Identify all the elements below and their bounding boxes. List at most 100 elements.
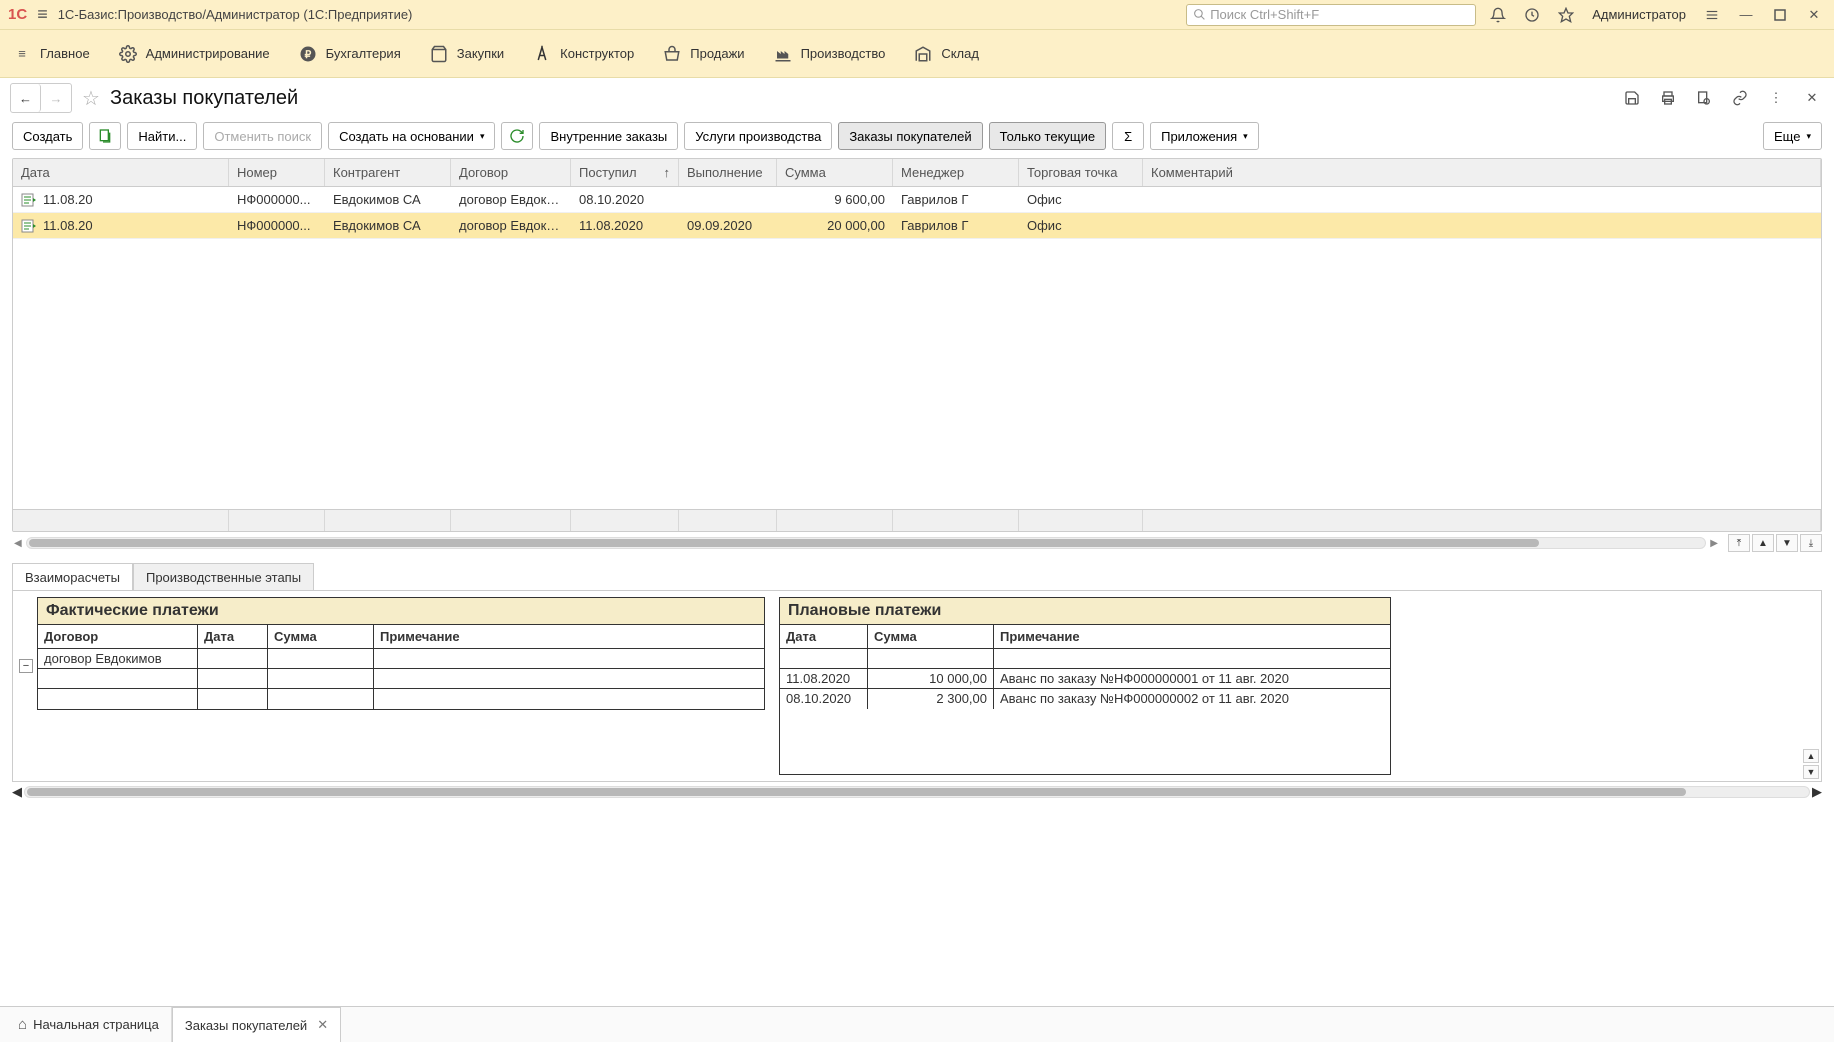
scroll-down-button[interactable]: ▼ (1776, 534, 1798, 552)
table-row[interactable]: 11.08.2020 10 000,00 Аванс по заказу №НФ… (780, 669, 1390, 689)
favorite-star-icon[interactable]: ☆ (78, 85, 104, 111)
attachments-button[interactable]: Приложения▾ (1150, 122, 1259, 150)
more-button[interactable]: Еще▾ (1763, 122, 1822, 150)
chevron-down-icon: ▾ (1806, 131, 1811, 142)
collapse-toggle[interactable]: − (19, 659, 33, 673)
user-label[interactable]: Администратор (1588, 7, 1690, 22)
col-point[interactable]: Торговая точка (1019, 159, 1143, 186)
menu-constructor-label: Конструктор (560, 46, 634, 61)
menu-production[interactable]: Производство (773, 44, 886, 64)
search-icon (1193, 8, 1206, 21)
detail-tabs: Взаиморасчеты Производственные этапы (12, 562, 1822, 590)
col-note[interactable]: Примечание (374, 625, 764, 648)
table-row[interactable]: 11.08.20 НФ000000... Евдокимов СА догово… (13, 213, 1821, 239)
scroll-bottom-button[interactable]: ⤓ (1800, 534, 1822, 552)
bottom-tab-home[interactable]: ⌂Начальная страница (6, 1007, 172, 1042)
current-only-button[interactable]: Только текущие (989, 122, 1106, 150)
bell-icon[interactable] (1486, 3, 1510, 27)
history-icon[interactable] (1520, 3, 1544, 27)
scroll-left-icon[interactable]: ◀ (12, 538, 24, 549)
col-received[interactable]: Поступил↑ (571, 159, 679, 186)
col-note[interactable]: Примечание (994, 625, 1390, 648)
col-sum[interactable]: Сумма (268, 625, 374, 648)
col-sum[interactable]: Сумма (868, 625, 994, 648)
col-number[interactable]: Номер (229, 159, 325, 186)
sum-button[interactable]: Σ (1112, 122, 1144, 150)
find-button[interactable]: Найти... (127, 122, 197, 150)
menu-main[interactable]: ≡Главное (12, 44, 90, 64)
more-vert-icon[interactable]: ⋮ (1764, 86, 1788, 110)
app-logo: 1C (8, 6, 27, 23)
create-based-button[interactable]: Создать на основании▾ (328, 122, 495, 150)
star-icon[interactable] (1554, 3, 1578, 27)
production-services-button[interactable]: Услуги производства (684, 122, 832, 150)
col-date[interactable]: Дата (198, 625, 268, 648)
copy-button[interactable] (89, 122, 121, 150)
scroll-up-icon[interactable]: ▲ (1803, 749, 1819, 763)
col-comment[interactable]: Комментарий (1143, 159, 1821, 186)
h-scrollbar[interactable]: ◀ ▶ ⤒ ▲ ▼ ⤓ (12, 534, 1822, 552)
close-tab-icon[interactable]: ✕ (317, 1017, 328, 1033)
bottom-tabs: ⌂Начальная страница Заказы покупателей✕ (0, 1006, 1834, 1042)
menu-warehouse-label: Склад (941, 46, 979, 61)
scroll-top-button[interactable]: ⤒ (1728, 534, 1750, 552)
table-row[interactable]: договор Евдокимов (38, 649, 764, 669)
scroll-down-icon[interactable]: ▼ (1803, 765, 1819, 779)
search-placeholder: Поиск Ctrl+Shift+F (1210, 7, 1319, 22)
preview-icon[interactable] (1692, 86, 1716, 110)
tab-settlements[interactable]: Взаиморасчеты (12, 563, 133, 591)
cancel-search-button[interactable]: Отменить поиск (203, 122, 322, 150)
internal-orders-button[interactable]: Внутренние заказы (539, 122, 678, 150)
page-header: ← → ☆ Заказы покупателей ⋮ ✕ (0, 78, 1834, 118)
menu-warehouse[interactable]: Склад (913, 44, 979, 64)
bottom-tab-orders[interactable]: Заказы покупателей✕ (172, 1007, 341, 1042)
global-search[interactable]: Поиск Ctrl+Shift+F (1186, 4, 1476, 26)
production-services-label: Услуги производства (695, 129, 821, 144)
nav-back-button[interactable]: ← (11, 84, 41, 112)
table-row[interactable] (38, 689, 764, 709)
table-row[interactable]: 11.08.20 НФ000000... Евдокимов СА догово… (13, 187, 1821, 213)
table-row[interactable] (38, 669, 764, 689)
col-contract[interactable]: Договор (38, 625, 198, 648)
table-row[interactable] (780, 649, 1390, 669)
col-date[interactable]: Дата (780, 625, 868, 648)
h-scrollbar-2[interactable]: ◀ ▶ (12, 784, 1822, 800)
minimize-icon[interactable]: — (1734, 3, 1758, 27)
main-menu: ≡Главное Администрирование ₽Бухгалтерия … (0, 30, 1834, 78)
table-row[interactable]: 08.10.2020 2 300,00 Аванс по заказу №НФ0… (780, 689, 1390, 709)
settings-icon[interactable] (1700, 3, 1724, 27)
link-icon[interactable] (1728, 86, 1752, 110)
scroll-right-icon[interactable]: ▶ (1708, 538, 1720, 549)
menu-constructor[interactable]: Конструктор (532, 44, 634, 64)
create-button-label: Создать (23, 129, 72, 144)
close-page-icon[interactable]: ✕ (1800, 86, 1824, 110)
menu-admin[interactable]: Администрирование (118, 44, 270, 64)
tab-stages[interactable]: Производственные этапы (133, 563, 314, 591)
save-icon[interactable] (1620, 86, 1644, 110)
scroll-up-button[interactable]: ▲ (1752, 534, 1774, 552)
cart-icon (429, 44, 449, 64)
menu-purchases[interactable]: Закупки (429, 44, 504, 64)
menu-accounting[interactable]: ₽Бухгалтерия (298, 44, 401, 64)
col-contractor[interactable]: Контрагент (325, 159, 451, 186)
col-done[interactable]: Выполнение (679, 159, 777, 186)
compass-icon (532, 44, 552, 64)
refresh-button[interactable] (501, 122, 533, 150)
scroll-right-icon[interactable]: ▶ (1812, 784, 1822, 800)
col-manager[interactable]: Менеджер (893, 159, 1019, 186)
maximize-icon[interactable] (1768, 3, 1792, 27)
actual-payments-table: Фактические платежи Договор Дата Сумма П… (37, 597, 765, 710)
create-button[interactable]: Создать (12, 122, 83, 150)
buyer-orders-button[interactable]: Заказы покупателей (838, 122, 982, 150)
nav-forward-button[interactable]: → (41, 84, 71, 112)
scroll-left-icon[interactable]: ◀ (12, 784, 22, 800)
col-contract[interactable]: Договор (451, 159, 571, 186)
menu-purchases-label: Закупки (457, 46, 504, 61)
col-date[interactable]: Дата (13, 159, 229, 186)
hamburger-icon[interactable]: ≡ (37, 4, 48, 25)
print-icon[interactable] (1656, 86, 1680, 110)
chevron-down-icon: ▾ (480, 131, 485, 142)
col-sum[interactable]: Сумма (777, 159, 893, 186)
close-window-icon[interactable]: ✕ (1802, 3, 1826, 27)
menu-sales[interactable]: Продажи (662, 44, 744, 64)
